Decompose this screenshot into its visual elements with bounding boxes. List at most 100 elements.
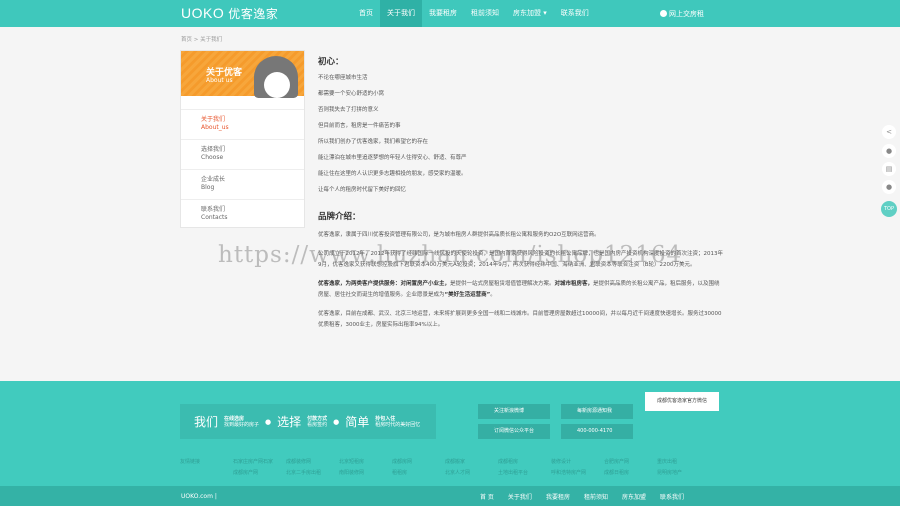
sidebar-item-sub: Contacts [201, 214, 228, 221]
banner-subtitle: About us [206, 77, 233, 84]
apple-icon: ● [333, 417, 340, 426]
breadcrumb: 首页 > 关于我们 [181, 35, 222, 43]
watermark: https://www.huzhan.com/ishop12164 [218, 242, 683, 268]
sidebar-item-sub: Choose [201, 154, 224, 161]
origin-line: 能让住在这里的人认识更多志趣相投的朋友，感受家的温暖。 [318, 171, 467, 177]
brand-paragraph: 优客逸家，隶属于四川优客投资管理有限公司，是为城市租房人群提供高品质长租公寓和服… [318, 232, 600, 238]
friend-link[interactable]: 北京短租房 [339, 458, 392, 465]
friend-link[interactable]: 昆明房地产 [657, 469, 710, 476]
nav-about[interactable]: 关于我们 [380, 0, 422, 27]
pay-rent-label: 网上交房租 [669, 10, 704, 18]
sidebar-item-sub: Blog [201, 184, 215, 191]
breadcrumb-home[interactable]: 首页 [181, 37, 192, 43]
slogan-sub: 找到最好的房子 [224, 421, 260, 428]
bottom-nav-about[interactable]: 关于我们 [508, 492, 532, 501]
friend-link[interactable]: 呼和浩特房产网 [551, 469, 604, 476]
friend-link[interactable]: 装修设计 [551, 458, 604, 465]
heading-brand: 品牌介绍： [318, 212, 361, 222]
bottom-nav: 首 页 关于我们 我要租房 租前须知 房东加盟 联系我们 [480, 492, 684, 501]
slogan-word: 简单 [345, 415, 370, 429]
logo-text: UOKO [181, 5, 225, 21]
slogan-bar: 我们 在线选房 找到最好的房子 ● 选择 付款方式 看房签约 ● 简单 拎包入住 租房时代的美好… [180, 404, 436, 439]
friend-link[interactable]: 成都日租房 [604, 469, 657, 476]
footer: 我们 在线选房 找到最好的房子 ● 选择 付款方式 看房签约 ● 简单 拎包入住 租房时代的美好… [0, 381, 900, 486]
bottom-nav-rent[interactable]: 我要租房 [546, 492, 570, 501]
friend-links-label: 友情链接 [180, 459, 201, 465]
friend-link[interactable]: 成都房产网 [233, 469, 286, 476]
friend-link[interactable]: 土地出租平台 [498, 469, 551, 476]
subscribe-button[interactable]: 每新房源通知我 [561, 404, 633, 419]
friend-link[interactable]: 租租房 [392, 469, 445, 476]
logo-cn: 优客逸家 [228, 7, 279, 21]
friend-link[interactable]: 南阳装修网 [339, 469, 392, 476]
brand-paragraph: 优客逸家，为两类客户提供服务：对闲置房产小业主，是提供一站式房屋租赁增值管理解决… [318, 279, 723, 301]
apple-icon: ● [265, 417, 272, 426]
wechat-icon[interactable]: ● [882, 180, 896, 194]
origin-line: 否则我失去了打拼的意义 [318, 107, 379, 113]
origin-line: 但目前而言，租房是一件痛苦的事 [318, 123, 401, 129]
nav-notice[interactable]: 租前须知 [464, 0, 506, 27]
friend-link[interactable]: 成都装修网 [286, 458, 339, 465]
bottom-nav-home[interactable]: 首 页 [480, 492, 494, 501]
wechat-button[interactable]: 订阅微信公众平台 [478, 424, 550, 439]
nav-landlord[interactable]: 房东加盟 ▾ [506, 0, 554, 27]
sidebar-item-sub: About_us [201, 124, 229, 131]
sidebar-item-blog[interactable]: 企业成长 Blog [181, 169, 304, 199]
sidebar-item-label: 关于我们 [201, 116, 226, 123]
bottom-bar: UOKO.com | 首 页 关于我们 我要租房 租前须知 房东加盟 联系我们 [0, 486, 900, 506]
logo[interactable]: UOKO 优客逸家 [181, 5, 278, 22]
sidebar: 关于优客 About us 关于我们 About_us 选择我们 Choose 企业… [180, 50, 305, 228]
about-content: 初心： 不论在哪座城市生活 都需要一个安心舒适的小窝 否则我失去了打拼的意义 但… [318, 55, 723, 339]
friend-links: 友情链接 石家庄房产网石家 成都装修网 北京短租房 成都房网 成都搬家 成都租房… [180, 458, 710, 476]
pay-rent-link[interactable]: 网上交房租 [660, 9, 704, 19]
friend-link[interactable]: 合肥房产网 [604, 458, 657, 465]
bold-text: 优客逸家，为两类客户提供服务：对闲置房产小业主， [318, 281, 451, 287]
bold-text: “美好生活运营商” [444, 292, 491, 298]
bottom-nav-contact[interactable]: 联系我们 [660, 492, 684, 501]
slogan-word: 我们 [194, 415, 219, 429]
bottom-nav-landlord[interactable]: 房东加盟 [622, 492, 646, 501]
slogan-word: 选择 [277, 415, 302, 429]
top-header: UOKO 优客逸家 首页 关于我们 我要租房 租前须知 房东加盟 ▾ 联系我们 网… [0, 0, 900, 27]
main-nav: 首页 关于我们 我要租房 租前须知 房东加盟 ▾ 联系我们 [352, 0, 596, 27]
cat-mascot-icon [254, 56, 298, 98]
friend-link[interactable]: 重庆出租 [657, 458, 710, 465]
origin-line: 让每个人的租房时代留下美好的回忆 [318, 187, 407, 193]
sidebar-item-choose[interactable]: 选择我们 Choose [181, 139, 304, 169]
sidebar-item-label: 联系我们 [201, 206, 226, 213]
bottom-nav-notice[interactable]: 租前须知 [584, 492, 608, 501]
qq-icon[interactable]: ● [882, 144, 896, 158]
origin-line: 所以我们创办了优客逸家，我们希望它的存在 [318, 139, 429, 145]
sidebar-item-about[interactable]: 关于我们 About_us [181, 109, 304, 139]
slogan-sub: 看房签约 [307, 421, 328, 428]
nav-contact[interactable]: 联系我们 [554, 0, 596, 27]
nav-rent[interactable]: 我要租房 [422, 0, 464, 27]
note-icon[interactable]: ▤ [882, 162, 896, 176]
sidebar-item-contacts[interactable]: 联系我们 Contacts [181, 199, 304, 229]
friend-link[interactable]: 北京二手房出租 [286, 469, 339, 476]
slogan-sub: 租房时代的美好回忆 [375, 421, 421, 428]
phone-button[interactable]: 400-000-4170 [561, 424, 633, 439]
friend-link[interactable]: 石家庄房产网石家 [233, 458, 286, 465]
sidebar-item-label: 选择我们 [201, 146, 226, 153]
pay-icon [660, 10, 667, 17]
weibo-button[interactable]: 关注新浪微博 [478, 404, 550, 419]
share-icon[interactable]: < [882, 125, 896, 139]
friend-link[interactable]: 成都租房 [498, 458, 551, 465]
copyright: UOKO.com | [181, 493, 217, 500]
friend-link[interactable]: 北京人才网 [445, 469, 498, 476]
nav-home[interactable]: 首页 [352, 0, 380, 27]
breadcrumb-sep: > [193, 37, 199, 43]
friend-link[interactable]: 成都搬家 [445, 458, 498, 465]
heading-origin: 初心： [318, 57, 344, 67]
brand-paragraph: 优客逸家，目前在成都、武汉、北京三地运营，未来将扩展到更多全国一线和二线城市。目… [318, 311, 722, 328]
friend-link[interactable]: 成都房网 [392, 458, 445, 465]
bold-text: 对城市租房客， [554, 281, 594, 287]
back-to-top-button[interactable]: TOP [881, 201, 897, 217]
text: 。 [490, 292, 496, 298]
origin-line: 不论在哪座城市生活 [318, 75, 368, 81]
wechat-qr-label: 成都优客逸家官方微信 [645, 392, 719, 411]
text: 是提供一站式房屋租赁增值管理解决方案。 [450, 281, 555, 287]
origin-line: 都需要一个安心舒适的小窝 [318, 91, 385, 97]
